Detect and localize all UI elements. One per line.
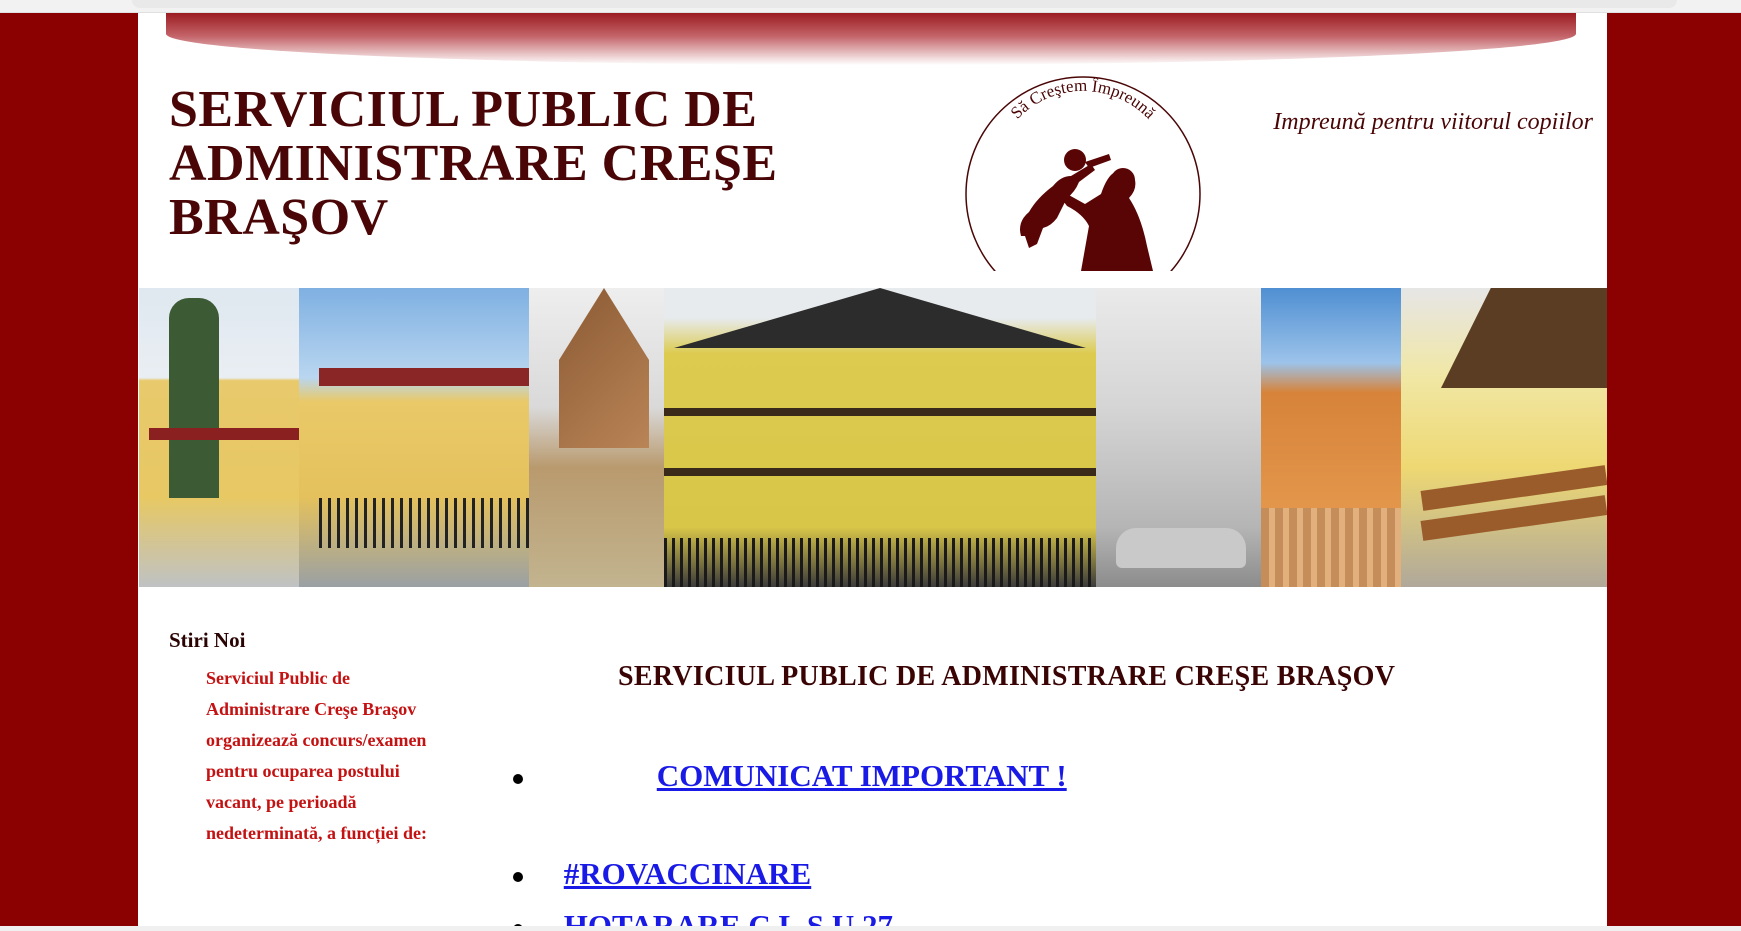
main-title: SERVICIUL PUBLIC DE ADMINISTRARE CREŞE B… <box>618 661 1396 692</box>
header-banner <box>139 288 1607 587</box>
banner-photo-6 <box>1261 288 1401 587</box>
banner-photo-3 <box>529 288 664 587</box>
browser-top-edge <box>0 0 1741 13</box>
news-sidebar: Stiri Noi Serviciul Public de Administra… <box>169 628 449 849</box>
news-heading: Stiri Noi <box>169 628 246 652</box>
site-title: SERVICIUL PUBLIC DE ADMINISTRARE CREŞE B… <box>169 81 778 246</box>
bullet-icon <box>513 871 523 882</box>
banner-photo-5 <box>1096 288 1261 587</box>
banner-photo-7 <box>1401 288 1607 587</box>
list-item: COMUNICAT IMPORTANT ! <box>513 758 1067 794</box>
rovaccinare-link[interactable]: #ROVACCINARE <box>564 856 811 891</box>
comunicat-important-link[interactable]: COMUNICAT IMPORTANT ! <box>657 758 1067 793</box>
tagline: Impreună pentru viitorul copiilor <box>1273 109 1593 135</box>
logo[interactable]: Să Creştem Împreună <box>963 76 1203 282</box>
news-item-link[interactable]: Serviciul Public de Administrare Creşe B… <box>206 663 451 849</box>
header-decoration <box>166 13 1576 65</box>
banner-photo-4 <box>664 288 1096 587</box>
banner-photo-2 <box>299 288 529 587</box>
bullet-icon <box>513 773 523 784</box>
page-container: SERVICIUL PUBLIC DE ADMINISTRARE CREŞE B… <box>138 13 1607 931</box>
list-item: #ROVACCINARE <box>513 856 811 892</box>
logo-graphic: Să Creştem Împreună <box>965 76 1201 271</box>
browser-bottom-edge <box>0 926 1741 931</box>
banner-photo-1 <box>139 288 299 587</box>
browser-address-strip <box>132 0 1677 8</box>
